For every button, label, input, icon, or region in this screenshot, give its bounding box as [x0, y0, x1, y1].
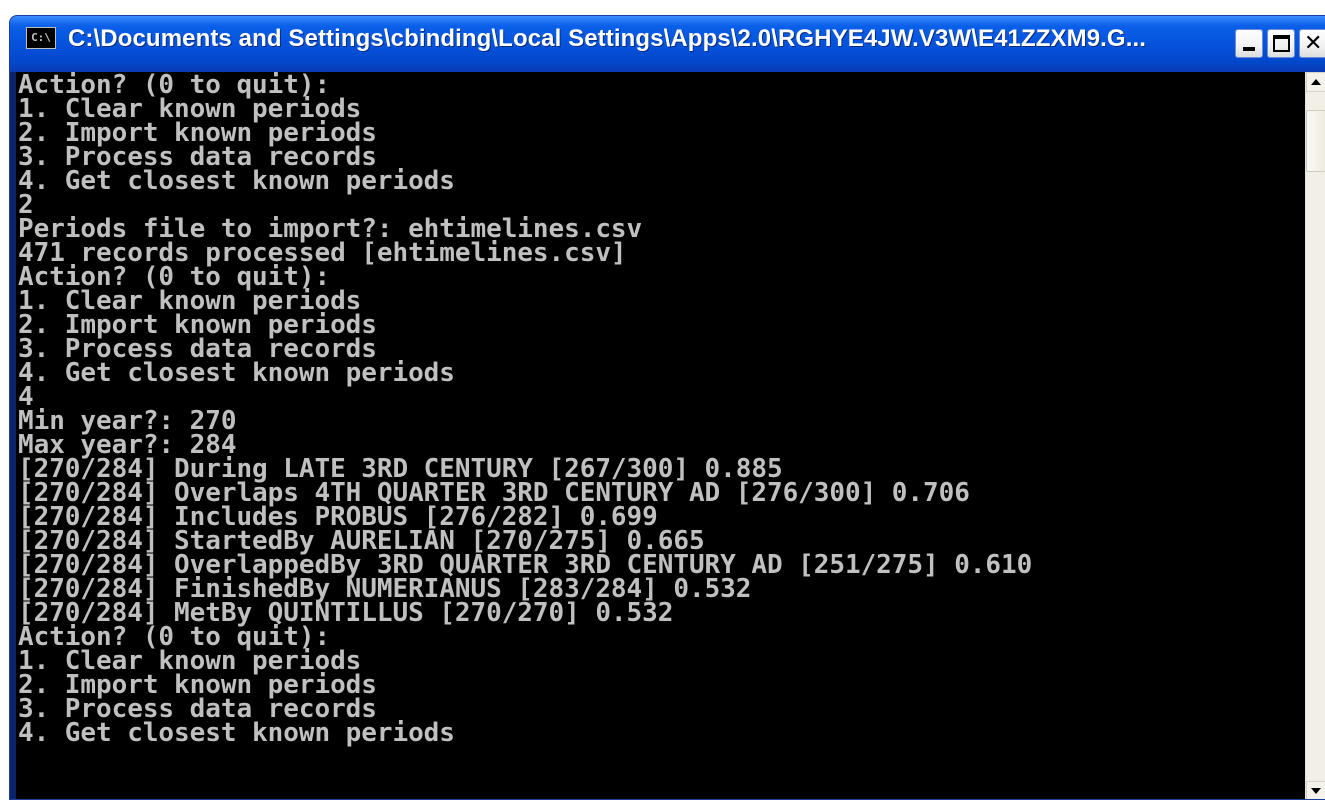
scroll-up-button[interactable] — [1306, 72, 1325, 92]
command-prompt-icon[interactable]: C:\ — [26, 27, 56, 49]
maximize-button[interactable] — [1267, 29, 1295, 58]
maximize-icon — [1273, 35, 1290, 52]
minimize-button[interactable] — [1235, 29, 1263, 58]
console-line: 4. Get closest known periods — [18, 718, 455, 748]
minimize-icon — [1243, 47, 1255, 51]
close-icon: ✕ — [1304, 31, 1323, 56]
scroll-down-arrow-icon — [1311, 788, 1321, 794]
window-title: C:\Documents and Settings\cbinding\Local… — [68, 25, 1146, 52]
title-bar[interactable]: C:\ C:\Documents and Settings\cbinding\L… — [10, 16, 1325, 72]
console-output[interactable]: Action? (0 to quit): 1. Clear known perio… — [16, 72, 1305, 799]
close-button[interactable]: ✕ — [1299, 29, 1325, 58]
console-line: 4. Get closest known periods — [18, 166, 455, 196]
console-line: 4. Get closest known periods — [18, 358, 455, 388]
scroll-up-arrow-icon — [1311, 79, 1321, 85]
scroll-down-button[interactable] — [1306, 781, 1325, 799]
vertical-scrollbar[interactable] — [1305, 72, 1325, 799]
scroll-thumb[interactable] — [1306, 110, 1325, 172]
console-window: C:\ C:\Documents and Settings\cbinding\L… — [9, 15, 1325, 800]
console-text: Action? (0 to quit): 1. Clear known perio… — [18, 72, 1032, 748]
